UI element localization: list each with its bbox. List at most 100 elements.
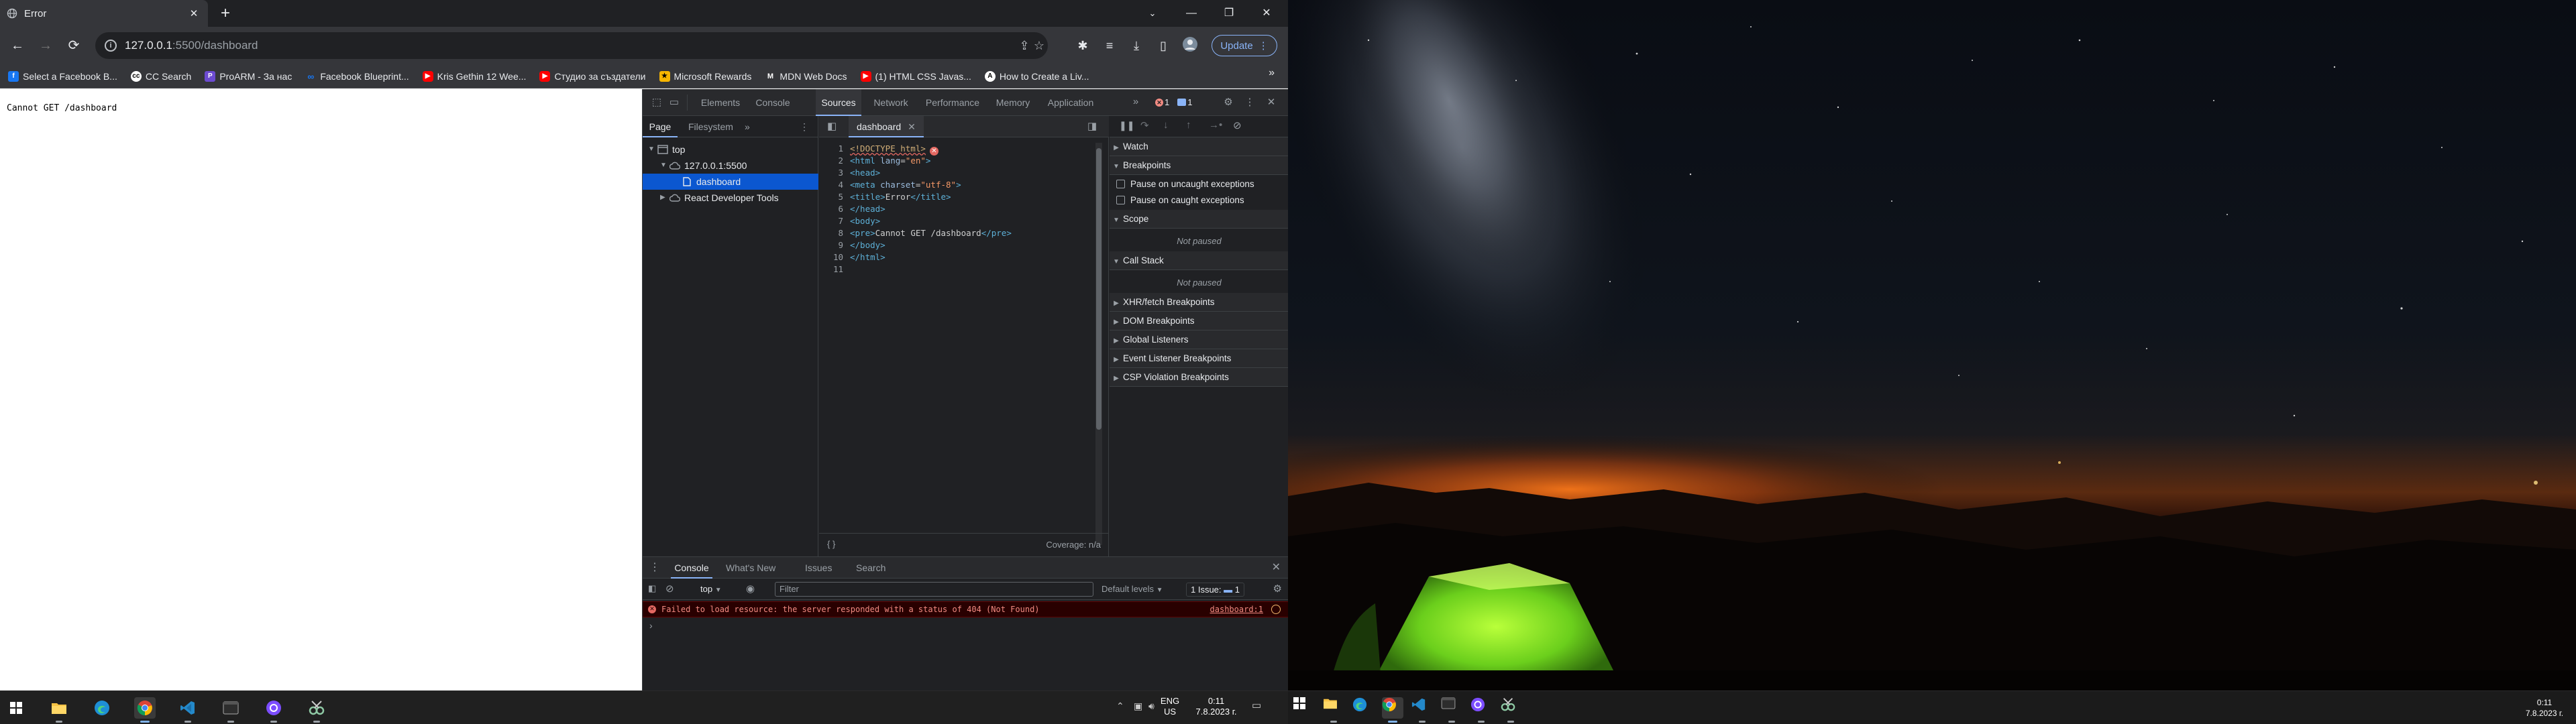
clear-console-icon[interactable]: ⊘ bbox=[665, 583, 674, 595]
kebab-menu-icon[interactable]: ⋮ bbox=[1242, 96, 1257, 108]
chrome-icon[interactable] bbox=[134, 697, 156, 723]
device-toolbar-icon[interactable]: ▭ bbox=[667, 96, 682, 108]
update-button[interactable]: Update ⋮ bbox=[1212, 35, 1277, 56]
tab-page[interactable]: Page bbox=[643, 116, 678, 137]
vscode-icon[interactable] bbox=[1411, 697, 1433, 723]
share-icon[interactable]: ⇪ bbox=[1017, 39, 1032, 53]
issues-badge[interactable]: 1 Issue: ▬ 1 bbox=[1186, 583, 1245, 597]
watch-section[interactable]: ▶ Watch bbox=[1110, 137, 1288, 156]
tray-app-icon[interactable]: ▣ bbox=[1134, 701, 1142, 711]
tree-item-origin[interactable]: ▼ 127.0.0.1:5500 bbox=[643, 158, 818, 174]
snipping-tool-icon[interactable] bbox=[306, 697, 327, 723]
drawer-tab-whats-new[interactable]: What's New bbox=[726, 557, 775, 579]
obsidian-icon[interactable] bbox=[263, 697, 284, 723]
more-tabs-chevron-icon[interactable]: » bbox=[1128, 96, 1143, 107]
step-over-icon[interactable]: ↷ bbox=[1140, 119, 1149, 131]
snipping-tool-icon[interactable] bbox=[1500, 697, 1521, 723]
more-navigator-tabs-icon[interactable]: » bbox=[745, 116, 750, 137]
tab-memory[interactable]: Memory bbox=[989, 89, 1037, 116]
scope-section[interactable]: ▼ Scope bbox=[1110, 210, 1288, 229]
bookmarks-overflow-icon[interactable]: » bbox=[1269, 67, 1275, 79]
browser-tab[interactable]: Error ✕ bbox=[0, 0, 208, 27]
back-arrow-icon[interactable]: ← bbox=[7, 35, 28, 56]
tab-search-chevron-icon[interactable]: ⌄ bbox=[1140, 0, 1165, 27]
bookmark-item[interactable]: cc CC Search bbox=[130, 70, 191, 82]
bookmark-item[interactable]: M MDN Web Docs bbox=[765, 71, 847, 82]
context-selector[interactable]: top ▼ bbox=[700, 584, 722, 594]
bookmark-item[interactable]: P ProARM - За нас bbox=[205, 70, 292, 82]
editor-tab-dashboard[interactable]: dashboard ✕ bbox=[849, 116, 924, 137]
csp-violation-breakpoints-section[interactable]: ▶ CSP Violation Breakpoints bbox=[1110, 368, 1288, 387]
code-lines[interactable]: 1 <!DOCTYPE html> ✕ 2 <html lang="en"> 3 <he… bbox=[819, 143, 1109, 532]
network-warning-icon[interactable] bbox=[1271, 605, 1281, 614]
notifications-icon[interactable]: ▭ bbox=[1252, 701, 1261, 711]
navigator-menu-icon[interactable]: ⋮ bbox=[800, 116, 809, 137]
pause-icon[interactable]: ❚❚ bbox=[1119, 120, 1134, 131]
global-listeners-section[interactable]: ▶ Global Listeners bbox=[1110, 330, 1288, 349]
bookmark-item[interactable]: ▶ Kris Gethin 12 Wee... bbox=[422, 70, 526, 82]
error-source-link[interactable]: dashboard:1 bbox=[1210, 602, 1263, 617]
tab-console[interactable]: Console bbox=[749, 89, 797, 116]
console-prompt[interactable]: › bbox=[649, 620, 653, 631]
tab-network[interactable]: Network bbox=[867, 89, 915, 116]
live-expression-eye-icon[interactable]: ◉ bbox=[746, 583, 755, 595]
pause-caught-checkbox[interactable]: Pause on caught exceptions bbox=[1110, 192, 1288, 208]
forward-arrow-icon[interactable]: → bbox=[35, 35, 56, 56]
tree-item-extension[interactable]: ▶ React Developer Tools bbox=[643, 190, 818, 206]
file-explorer-icon[interactable] bbox=[48, 697, 70, 723]
breakpoints-section[interactable]: ▼ Breakpoints bbox=[1110, 156, 1288, 175]
tab-sources[interactable]: Sources bbox=[816, 89, 861, 116]
tab-elements[interactable]: Elements bbox=[695, 89, 746, 116]
side-panel-icon[interactable]: ▯ bbox=[1154, 36, 1173, 55]
chrome-icon[interactable] bbox=[1382, 697, 1403, 723]
new-tab-button[interactable]: + bbox=[216, 4, 235, 23]
reading-list-icon[interactable]: ≡ bbox=[1100, 36, 1119, 55]
reload-icon[interactable]: ⟳ bbox=[63, 35, 85, 56]
profile-avatar[interactable] bbox=[1181, 36, 1199, 55]
bookmark-item[interactable]: ∞ Facebook Blueprint... bbox=[305, 71, 409, 82]
restore-button[interactable]: ❐ bbox=[1210, 0, 1248, 27]
console-filter-input[interactable]: Filter bbox=[775, 582, 1093, 597]
bookmark-item[interactable]: f Select a Facebook B... bbox=[8, 70, 117, 82]
tab-filesystem[interactable]: Filesystem bbox=[688, 116, 733, 137]
drawer-tab-console[interactable]: Console bbox=[671, 557, 712, 579]
sidebar-toggle-icon[interactable]: ◧ bbox=[648, 583, 656, 594]
obsidian-icon[interactable] bbox=[1470, 697, 1492, 723]
volume-icon[interactable]: 🔊︎ bbox=[1148, 701, 1155, 711]
settings-gear-icon[interactable]: ⚙ bbox=[1221, 96, 1236, 108]
pretty-print-icon[interactable]: { } bbox=[827, 539, 835, 549]
minimize-button[interactable]: — bbox=[1173, 0, 1210, 27]
event-listener-breakpoints-section[interactable]: ▶ Event Listener Breakpoints bbox=[1110, 349, 1288, 368]
edge-browser-icon[interactable] bbox=[91, 697, 113, 719]
bookmark-item[interactable]: ▶ (1) HTML CSS Javas... bbox=[860, 70, 971, 82]
edge-browser-icon[interactable] bbox=[1352, 697, 1374, 719]
address-bar[interactable]: i 127.0.0.1:5500/dashboard ⇪ ☆ bbox=[95, 32, 1048, 59]
vscode-icon[interactable] bbox=[177, 697, 199, 723]
file-explorer-icon[interactable] bbox=[1323, 697, 1344, 723]
step-into-icon[interactable]: ↓ bbox=[1163, 119, 1169, 131]
inspect-element-icon[interactable]: ⬚ bbox=[649, 96, 664, 108]
call-stack-section[interactable]: ▼ Call Stack bbox=[1110, 251, 1288, 270]
terminal-icon[interactable] bbox=[220, 697, 241, 723]
step-icon[interactable]: →• bbox=[1209, 119, 1222, 131]
bookmark-item[interactable]: ★ Microsoft Rewards bbox=[659, 70, 751, 82]
clock[interactable]: 0:11 7.8.2023 г. bbox=[1191, 696, 1241, 717]
log-levels-dropdown[interactable]: Default levels ▼ bbox=[1102, 584, 1163, 594]
windows-start-icon[interactable] bbox=[5, 697, 27, 719]
download-icon[interactable]: ⤓ bbox=[1127, 36, 1146, 55]
step-out-icon[interactable]: ↑ bbox=[1186, 119, 1191, 131]
console-settings-gear-icon[interactable]: ⚙ bbox=[1273, 583, 1282, 595]
site-info-icon[interactable]: i bbox=[105, 40, 117, 52]
xhr-breakpoints-section[interactable]: ▶ XHR/fetch Breakpoints bbox=[1110, 293, 1288, 312]
drawer-menu-icon[interactable]: ⋮ bbox=[649, 557, 660, 579]
editor-scrollbar[interactable] bbox=[1095, 143, 1102, 545]
close-drawer-icon[interactable]: ✕ bbox=[1272, 557, 1281, 579]
language-indicator[interactable]: ENG US bbox=[1157, 696, 1183, 717]
tree-item-dashboard[interactable]: dashboard bbox=[643, 174, 818, 190]
tree-item-top[interactable]: ▼ top bbox=[643, 141, 818, 158]
tab-performance[interactable]: Performance bbox=[918, 89, 987, 116]
extensions-puzzle-icon[interactable]: ✱ bbox=[1073, 36, 1092, 55]
deactivate-breakpoints-icon[interactable]: ⊘ bbox=[1233, 119, 1242, 131]
dom-breakpoints-section[interactable]: ▶ DOM Breakpoints bbox=[1110, 312, 1288, 330]
error-count-badge[interactable]: ✕ 1 1 bbox=[1155, 97, 1192, 107]
